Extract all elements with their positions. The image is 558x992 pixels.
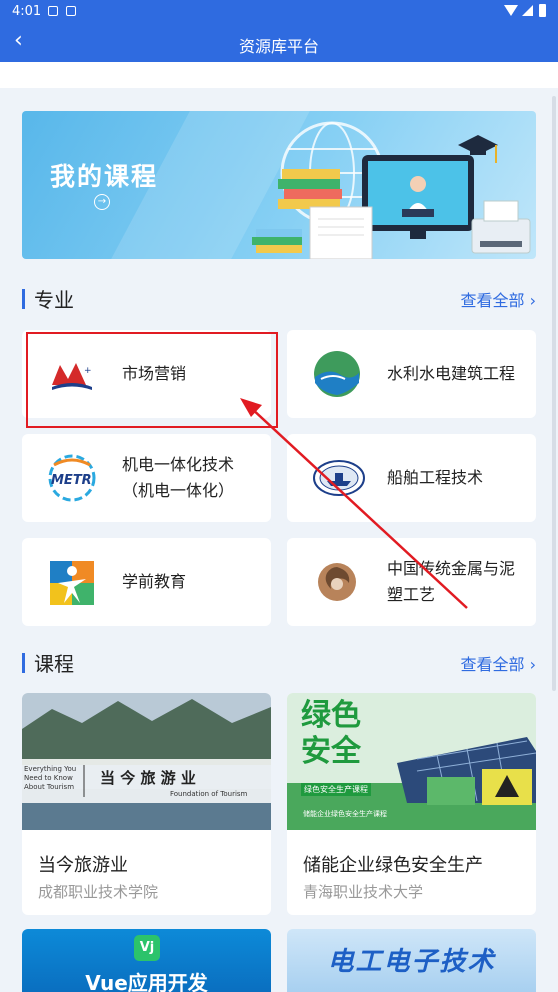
section-accent-bar: [22, 652, 25, 673]
app-notification-icon: [66, 6, 76, 16]
course-thumbnail: Everything You Need to Know About Touris…: [22, 693, 271, 830]
course-thumbnail: 绿色 安全 绿色安全生产课程 储能企业绿色安全生产课程: [287, 693, 536, 830]
courses-view-all-link[interactable]: 查看全部 ›: [460, 651, 536, 675]
major-name: 机电一体化技术（机电一体化）: [122, 455, 235, 500]
svg-text:+: +: [84, 366, 92, 376]
major-name: 水利水电建筑工程: [387, 364, 516, 383]
major-name: 学前教育: [122, 572, 187, 591]
page-title: 资源库平台: [238, 37, 319, 56]
course-card[interactable]: Everything You Need to Know About Touris…: [22, 693, 271, 915]
majors-view-all-label: 查看全部: [460, 291, 525, 310]
course-school: 青海职业技术大学: [303, 883, 424, 901]
app-bar: ‹ 资源库平台: [0, 24, 558, 62]
major-name: 市场营销: [122, 364, 187, 383]
course-title: 当今旅游业: [38, 855, 128, 876]
marketing-logo-icon: +: [52, 363, 92, 390]
thumb-en-left: Everything You Need to Know About Touris…: [24, 765, 77, 791]
major-card[interactable]: 中国传统金属与泥塑工艺: [287, 538, 536, 626]
header-strip: [0, 62, 558, 88]
course-card[interactable]: 绿色 安全 绿色安全生产课程 储能企业绿色安全生产课程 储能企业绿色安全生产 青…: [287, 693, 536, 915]
signal-icon: [522, 5, 533, 16]
battery-icon: [539, 4, 546, 17]
svg-text:METR: METR: [51, 473, 92, 488]
water-conservancy-logo-icon: [314, 351, 360, 397]
major-card[interactable]: 学前教育: [22, 538, 271, 626]
course-school: 成都职业技术学院: [38, 883, 159, 901]
courses-section-title: 课程: [22, 648, 74, 677]
thumb-title: 当 今 旅 游 业: [100, 769, 196, 787]
section-accent-bar: [22, 288, 25, 309]
courses-view-all-label: 查看全部: [460, 655, 525, 674]
metr-logo-icon: METR: [48, 454, 96, 502]
major-name: 船舶工程技术: [387, 468, 484, 487]
thumb-title-line1: 绿色: [301, 698, 361, 733]
thumb-subtitle-2: 储能企业绿色安全生产课程: [303, 810, 387, 818]
major-card[interactable]: METR 机电一体化技术（机电一体化）: [22, 434, 271, 522]
status-bar: 4:01: [0, 0, 558, 24]
wifi-icon: [504, 5, 518, 16]
status-time: 4:01: [12, 4, 42, 19]
banner-arrow-icon: →: [94, 194, 110, 210]
major-card[interactable]: 船舶工程技术: [287, 434, 536, 522]
majors-view-all-link[interactable]: 查看全部 ›: [460, 287, 536, 311]
thumb-title-line2: 安全: [301, 734, 361, 769]
course-title: 储能企业绿色安全生产: [303, 855, 483, 876]
major-card[interactable]: 水利水电建筑工程: [287, 330, 536, 418]
major-name: 中国传统金属与泥塑工艺: [387, 559, 516, 604]
courses-title-text: 课程: [34, 652, 74, 676]
course-card[interactable]: 电工电子技术: [287, 929, 536, 992]
course-card[interactable]: Vj Vue应用开发: [22, 929, 271, 992]
thumb-subtitle: 绿色安全生产课程: [301, 783, 371, 796]
major-card[interactable]: + 市场营销: [22, 330, 271, 418]
course-thumb-title: 电工电子技术: [327, 947, 496, 977]
metal-craft-logo-icon: [318, 563, 356, 601]
majors-title-text: 专业: [34, 288, 74, 312]
course-thumb-title: Vue应用开发: [85, 971, 208, 992]
scrollbar[interactable]: [552, 96, 556, 691]
majors-section-title: 专业: [22, 284, 74, 313]
vue-badge-icon: Vj: [134, 935, 160, 961]
thumb-en-right: Foundation of Tourism: [170, 790, 248, 798]
gallery-notification-icon: [48, 6, 58, 16]
online-learning-illustration: [252, 121, 531, 259]
my-courses-banner[interactable]: 我的课程 →: [22, 111, 536, 259]
chevron-right-icon: ›: [529, 655, 536, 674]
ship-engineering-logo-icon: [313, 460, 365, 496]
banner-title: 我的课程: [50, 162, 159, 191]
chevron-right-icon: ›: [529, 291, 536, 310]
preschool-logo-icon: [50, 561, 94, 605]
